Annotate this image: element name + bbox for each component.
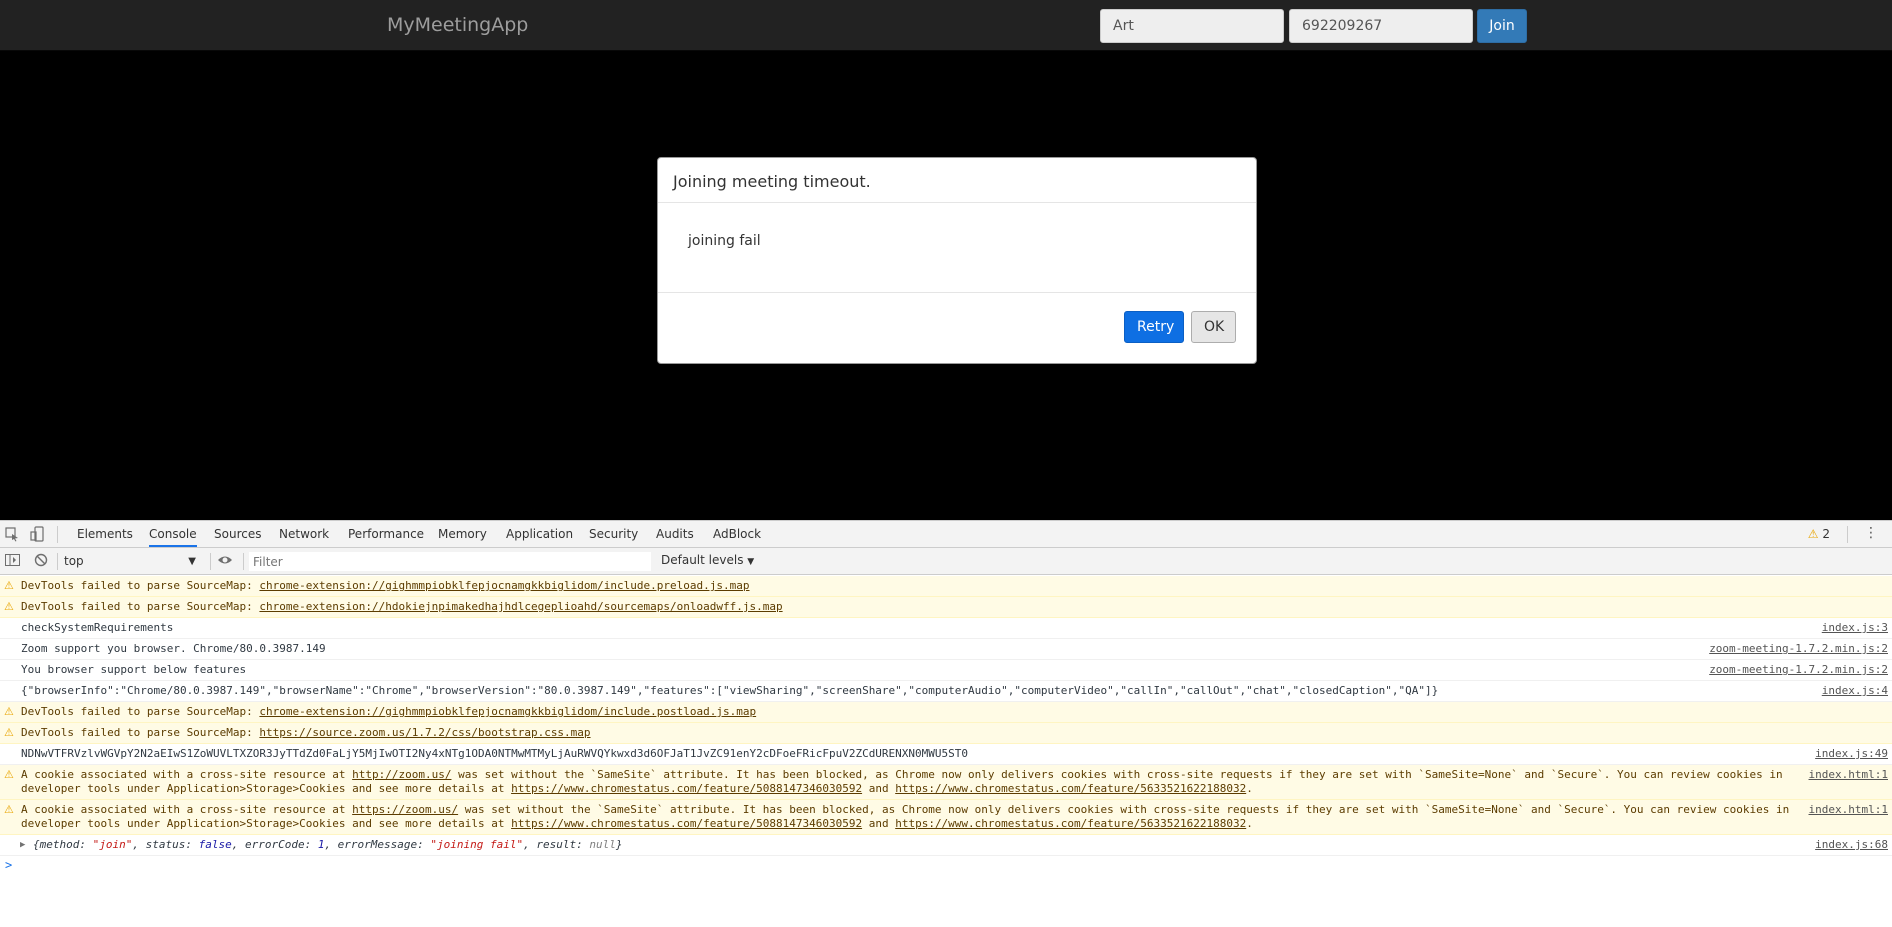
prompt-chevron-icon: > xyxy=(5,858,13,872)
inspect-element-icon[interactable] xyxy=(4,526,20,542)
device-toolbar-icon[interactable] xyxy=(30,526,46,542)
toolbar-separator xyxy=(57,553,58,570)
warning-icon: ⚠ xyxy=(4,600,14,613)
context-select[interactable]: top ▼ xyxy=(64,552,196,571)
sidebar-toggle-icon[interactable] xyxy=(5,553,20,571)
console-prompt[interactable]: > xyxy=(0,856,1892,874)
meeting-number-input[interactable] xyxy=(1289,9,1473,43)
console-log-row: {"browserInfo":"Chrome/80.0.3987.149","b… xyxy=(0,681,1892,702)
warning-icon: ⚠ xyxy=(4,579,14,592)
error-dialog: Joining meeting timeout. joining fail Re… xyxy=(657,157,1257,364)
console-object-row[interactable]: ▶ {method: "join", status: false, errorC… xyxy=(0,835,1892,856)
console-messages: ⚠ DevTools failed to parse SourceMap: ch… xyxy=(0,576,1892,874)
sourcemap-link[interactable]: chrome-extension://hdokiejnpimakedhajhdl… xyxy=(259,600,782,613)
tab-network[interactable]: Network xyxy=(279,521,329,547)
tab-console[interactable]: Console xyxy=(149,521,197,547)
chromestatus-link[interactable]: https://www.chromestatus.com/feature/563… xyxy=(895,782,1246,795)
warning-count-badge[interactable]: ⚠ 2 xyxy=(1808,527,1830,541)
warning-icon: ⚠ xyxy=(1807,527,1819,541)
source-location-link[interactable]: index.js:3 xyxy=(1822,621,1888,635)
more-options-icon[interactable]: ⋮ xyxy=(1864,525,1878,541)
eye-icon[interactable] xyxy=(217,552,233,572)
clear-console-icon[interactable] xyxy=(34,553,48,571)
source-location-link[interactable]: index.html:1 xyxy=(1809,803,1888,817)
source-location-link[interactable]: index.js:49 xyxy=(1815,747,1888,761)
navbar: MyMeetingApp Join xyxy=(0,0,1892,51)
chevron-down-icon: ▼ xyxy=(747,557,755,567)
warning-icon: ⚠ xyxy=(4,726,14,739)
tab-sources[interactable]: Sources xyxy=(214,521,261,547)
source-location-link[interactable]: zoom-meeting-1.7.2.min.js:2 xyxy=(1709,642,1888,656)
sourcemap-link[interactable]: https://source.zoom.us/1.7.2/css/bootstr… xyxy=(259,726,590,739)
console-warning-row: ⚠ DevTools failed to parse SourceMap: ch… xyxy=(0,576,1892,597)
tab-separator xyxy=(1847,526,1848,543)
tab-adblock[interactable]: AdBlock xyxy=(713,521,761,547)
console-log-row: NDNwVTFRVzlvWGVpY2N2aEIwS1ZoWUVLTXZOR3Jy… xyxy=(0,744,1892,765)
dialog-title: Joining meeting timeout. xyxy=(658,158,1256,203)
tab-elements[interactable]: Elements xyxy=(77,521,133,547)
tab-performance[interactable]: Performance xyxy=(348,521,424,547)
cookie-resource-link[interactable]: https://zoom.us/ xyxy=(352,803,458,816)
console-log-row: You browser support below features zoom-… xyxy=(0,660,1892,681)
source-location-link[interactable]: index.html:1 xyxy=(1809,768,1888,782)
source-location-link[interactable]: index.js:4 xyxy=(1822,684,1888,698)
console-warning-row: ⚠ A cookie associated with a cross-site … xyxy=(0,765,1892,800)
tab-application[interactable]: Application xyxy=(506,521,573,547)
warning-icon: ⚠ xyxy=(4,803,14,816)
toolbar-separator xyxy=(243,553,244,570)
retry-button[interactable]: Retry xyxy=(1124,311,1184,343)
join-button[interactable]: Join xyxy=(1477,9,1527,43)
name-input[interactable] xyxy=(1100,9,1284,43)
dialog-footer: Retry OK xyxy=(658,293,1256,363)
chevron-down-icon: ▼ xyxy=(188,556,196,567)
expand-triangle-icon[interactable]: ▶ xyxy=(20,838,25,852)
app-viewport: MyMeetingApp Join Joining meeting timeou… xyxy=(0,0,1892,520)
warning-icon: ⚠ xyxy=(4,705,14,718)
brand-logo[interactable]: MyMeetingApp xyxy=(387,14,528,36)
tab-memory[interactable]: Memory xyxy=(438,521,487,547)
console-filter-input[interactable] xyxy=(249,552,651,571)
console-toolbar: top ▼ Default levels ▼ xyxy=(0,548,1892,575)
sourcemap-link[interactable]: chrome-extension://gighmmpiobklfepjocnam… xyxy=(259,705,756,718)
devtools-tab-bar: Elements Console Sources Network Perform… xyxy=(0,521,1892,548)
dialog-message: joining fail xyxy=(658,203,1256,293)
console-log-row: Zoom support you browser. Chrome/80.0.39… xyxy=(0,639,1892,660)
toolbar-separator xyxy=(210,553,211,570)
tab-security[interactable]: Security xyxy=(589,521,638,547)
console-warning-row: ⚠ DevTools failed to parse SourceMap: ch… xyxy=(0,597,1892,618)
chromestatus-link[interactable]: https://www.chromestatus.com/feature/508… xyxy=(511,817,862,830)
cookie-resource-link[interactable]: http://zoom.us/ xyxy=(352,768,451,781)
log-levels-dropdown[interactable]: Default levels ▼ xyxy=(661,553,754,567)
tab-separator xyxy=(57,526,58,543)
console-warning-row: ⚠ DevTools failed to parse SourceMap: ht… xyxy=(0,723,1892,744)
tab-audits[interactable]: Audits xyxy=(656,521,694,547)
sourcemap-link[interactable]: chrome-extension://gighmmpiobklfepjocnam… xyxy=(259,579,749,592)
chromestatus-link[interactable]: https://www.chromestatus.com/feature/508… xyxy=(511,782,862,795)
ok-button[interactable]: OK xyxy=(1191,311,1236,343)
devtools-panel: Elements Console Sources Network Perform… xyxy=(0,520,1892,927)
source-location-link[interactable]: index.js:68 xyxy=(1815,838,1888,852)
console-log-row: checkSystemRequirements index.js:3 xyxy=(0,618,1892,639)
source-location-link[interactable]: zoom-meeting-1.7.2.min.js:2 xyxy=(1709,663,1888,677)
console-warning-row: ⚠ A cookie associated with a cross-site … xyxy=(0,800,1892,835)
console-warning-row: ⚠ DevTools failed to parse SourceMap: ch… xyxy=(0,702,1892,723)
warning-icon: ⚠ xyxy=(4,768,14,781)
chromestatus-link[interactable]: https://www.chromestatus.com/feature/563… xyxy=(895,817,1246,830)
